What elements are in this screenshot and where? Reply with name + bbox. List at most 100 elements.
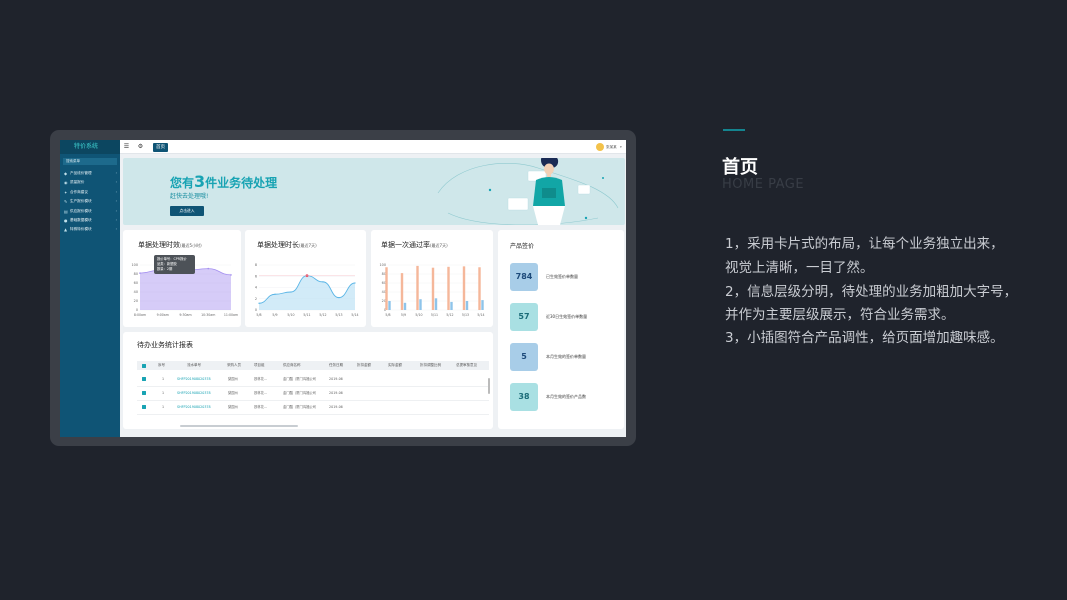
table-header-cell[interactable]: 折扣调整比例 — [420, 361, 441, 370]
gear-icon[interactable]: ⚙ — [137, 143, 144, 150]
chevron-down-icon[interactable]: ▾ — [620, 143, 622, 151]
sidebar-item[interactable]: ▲ 特殊特价模块 › — [60, 225, 120, 234]
product-price-card: 产品签价 784 已生效签价单数量 57 近30日生效签价单数量 5 本月生效的签价单数量… — [498, 230, 624, 429]
table-cell: 1 — [162, 405, 165, 409]
banner-title: 您有3件业务待处理 — [170, 172, 278, 191]
x-tick-label: 5/11 — [303, 313, 310, 317]
row-checkbox[interactable] — [142, 391, 146, 395]
chevron-right-icon: › — [115, 199, 117, 204]
menu-icon[interactable]: ☰ — [123, 143, 130, 150]
x-tick-label: 9:30am — [179, 313, 191, 317]
sidebar-item[interactable]: ◉ 质量报价 › — [60, 178, 120, 187]
x-tick-label: 11:00am — [224, 313, 238, 317]
table-header-cell[interactable]: 折扣金额 — [357, 361, 371, 370]
chevron-right-icon: › — [115, 171, 117, 175]
table-cell: 1 — [162, 377, 165, 381]
table-header-cell[interactable]: 总提审核意见 — [456, 361, 477, 370]
y-tick-label: 100 — [132, 263, 138, 267]
y-tick-label: 40 — [134, 290, 138, 294]
bar — [416, 265, 419, 310]
table-row[interactable]: 1 SHFP201908020378 梨园州 铁林花... 金门酷（厦门鸿福公司 2019… — [137, 387, 489, 401]
table-cell: 1 — [162, 391, 165, 395]
serial-link[interactable]: SHFP201908020378 — [177, 373, 211, 385]
description-line: 视觉上清晰，一目了然。 — [725, 260, 874, 276]
price-stat-label: 本月生效的签价单数量 — [546, 354, 586, 359]
data-point — [322, 281, 324, 283]
x-tick-label: 5/14 — [351, 313, 358, 317]
description-line: 3，小插图符合产品调性，给页面增加趣味感。 — [725, 330, 1004, 346]
select-all-checkbox[interactable] — [142, 363, 146, 368]
person-illustration — [437, 158, 619, 225]
price-stat-value: 5 — [510, 343, 538, 371]
price-stat[interactable]: 784 已生效签价单数量 — [510, 263, 622, 293]
price-stat-label: 已生效签价单数量 — [546, 274, 578, 279]
chevron-right-icon: › — [115, 189, 117, 194]
banner-subtitle: 赶快去处理哦! — [170, 193, 209, 200]
y-tick-label: 2 — [255, 297, 257, 301]
serial-link[interactable]: SHFP201908020378 — [177, 387, 211, 399]
x-tick-label: 5/9 — [401, 313, 406, 317]
line-chart[interactable]: 0 2 4 6 8 5/8 5/9 5/10 5/11 5/12 5/13 5/14 — [245, 230, 366, 327]
y-tick-label: 80 — [134, 272, 138, 276]
data-point — [230, 274, 232, 276]
sidebar-item[interactable]: ● 基础数据模块 › — [60, 216, 120, 225]
tab-home[interactable]: 首页 — [153, 143, 168, 152]
x-tick-label: 5/8 — [385, 313, 390, 317]
y-tick-label: 0 — [136, 308, 138, 312]
bar — [388, 301, 391, 310]
bar — [481, 300, 484, 310]
app-screen: 特价系统 搜索菜单 ◆ 产品线价管理 › ◉ 质量报价 › ✦ 合作商建议 › ✎ 生产报价模块 › ▤… — [60, 140, 626, 437]
data-point — [354, 282, 356, 284]
x-tick-label: 5/12 — [319, 313, 326, 317]
handshake-icon: ✦ — [64, 189, 68, 195]
table-header-cell[interactable]: 流水单号 — [187, 361, 201, 370]
price-stat[interactable]: 38 本月生效的签价产品数 — [510, 383, 622, 413]
username[interactable]: 张某某 — [606, 143, 617, 151]
bar — [419, 299, 422, 310]
x-tick-label: 8:00am — [134, 313, 146, 317]
table-scrollbar[interactable] — [488, 378, 490, 394]
y-tick-label: 0 — [255, 308, 257, 312]
table-header-cell[interactable]: 任务日期 — [329, 361, 343, 370]
sidebar-item[interactable]: ✎ 生产报价模块 › — [60, 197, 120, 206]
sidebar-item[interactable]: ✦ 合作商建议 › — [60, 188, 120, 197]
avatar[interactable] — [596, 143, 604, 151]
chevron-right-icon: › — [115, 180, 117, 185]
table-cell: 梨园州 — [228, 405, 238, 409]
x-tick-label: 5/10 — [287, 313, 294, 317]
description-line: 并作为主要层级展示，符合业务需求。 — [725, 307, 955, 323]
bar-chart[interactable]: 0204060801005/8 5/9 5/10 5/11 5/12 5/13 5/14 — [371, 230, 493, 327]
table-row[interactable]: 1 SHFP201908020378 梨园州 铁林花... 金门酷（厦门鸿福公司 2019… — [137, 373, 489, 387]
x-tick-label: 9:00am — [157, 313, 169, 317]
table-header: 序号 流水单号 采购人员 项目组 供应商名称 任务日期 折扣金额 实际金额 折扣调整比例 总提审核… — [137, 361, 489, 370]
sidebar-item[interactable]: ▤ 供应报价模块 › — [60, 207, 120, 216]
row-checkbox[interactable] — [142, 405, 146, 409]
table-row[interactable]: 1 SHFP201908020378 梨园州 铁林花... 金门酷（厦门鸿福公司 2019… — [137, 401, 489, 415]
table-header-cell[interactable]: 采购人员 — [227, 361, 241, 370]
table-scrollbar-horizontal[interactable] — [180, 425, 298, 427]
page-title-en: HOME PAGE — [722, 177, 805, 192]
bar — [465, 301, 469, 310]
description-line: 2，信息层级分明，待处理的业务加粗加大字号， — [725, 284, 1018, 300]
data-point — [258, 302, 260, 304]
sidebar: 特价系统 搜索菜单 ◆ 产品线价管理 › ◉ 质量报价 › ✦ 合作商建议 › ✎ 生产报价模块 › ▤… — [60, 140, 120, 437]
area-chart[interactable]: 0 20 40 60 80 100 8:00am 9:00am 9:30am 10:30am 11:… — [123, 230, 241, 327]
database-icon: ● — [64, 217, 68, 223]
table-header-cell[interactable]: 项目组 — [254, 361, 265, 370]
sidebar-item[interactable]: ◆ 产品线价管理 › — [60, 169, 120, 178]
data-point — [207, 267, 210, 270]
price-stat[interactable]: 57 近30日生效签价单数量 — [510, 303, 622, 333]
table-header-cell[interactable]: 序号 — [158, 361, 165, 370]
table-header-cell[interactable]: 供应商名称 — [283, 361, 301, 370]
table-cell: 2019-06 — [329, 405, 343, 409]
tag-icon: ◆ — [64, 171, 68, 176]
price-stat[interactable]: 5 本月生效的签价单数量 — [510, 343, 622, 373]
serial-link[interactable]: SHFP201908020378 — [177, 401, 211, 413]
chart-card-processing-duration: 单据处理时长(最近7天) 0 2 4 6 8 5/8 5/9 5/10 5/11 5/12 5/13… — [245, 230, 366, 327]
sidebar-search-input[interactable]: 搜索菜单 — [63, 158, 117, 165]
table-cell: 2019-06 — [329, 377, 343, 381]
bar — [434, 298, 438, 310]
table-header-cell[interactable]: 实际金额 — [388, 361, 402, 370]
enter-button[interactable]: 点击进入 — [170, 206, 204, 216]
row-checkbox[interactable] — [142, 377, 146, 381]
